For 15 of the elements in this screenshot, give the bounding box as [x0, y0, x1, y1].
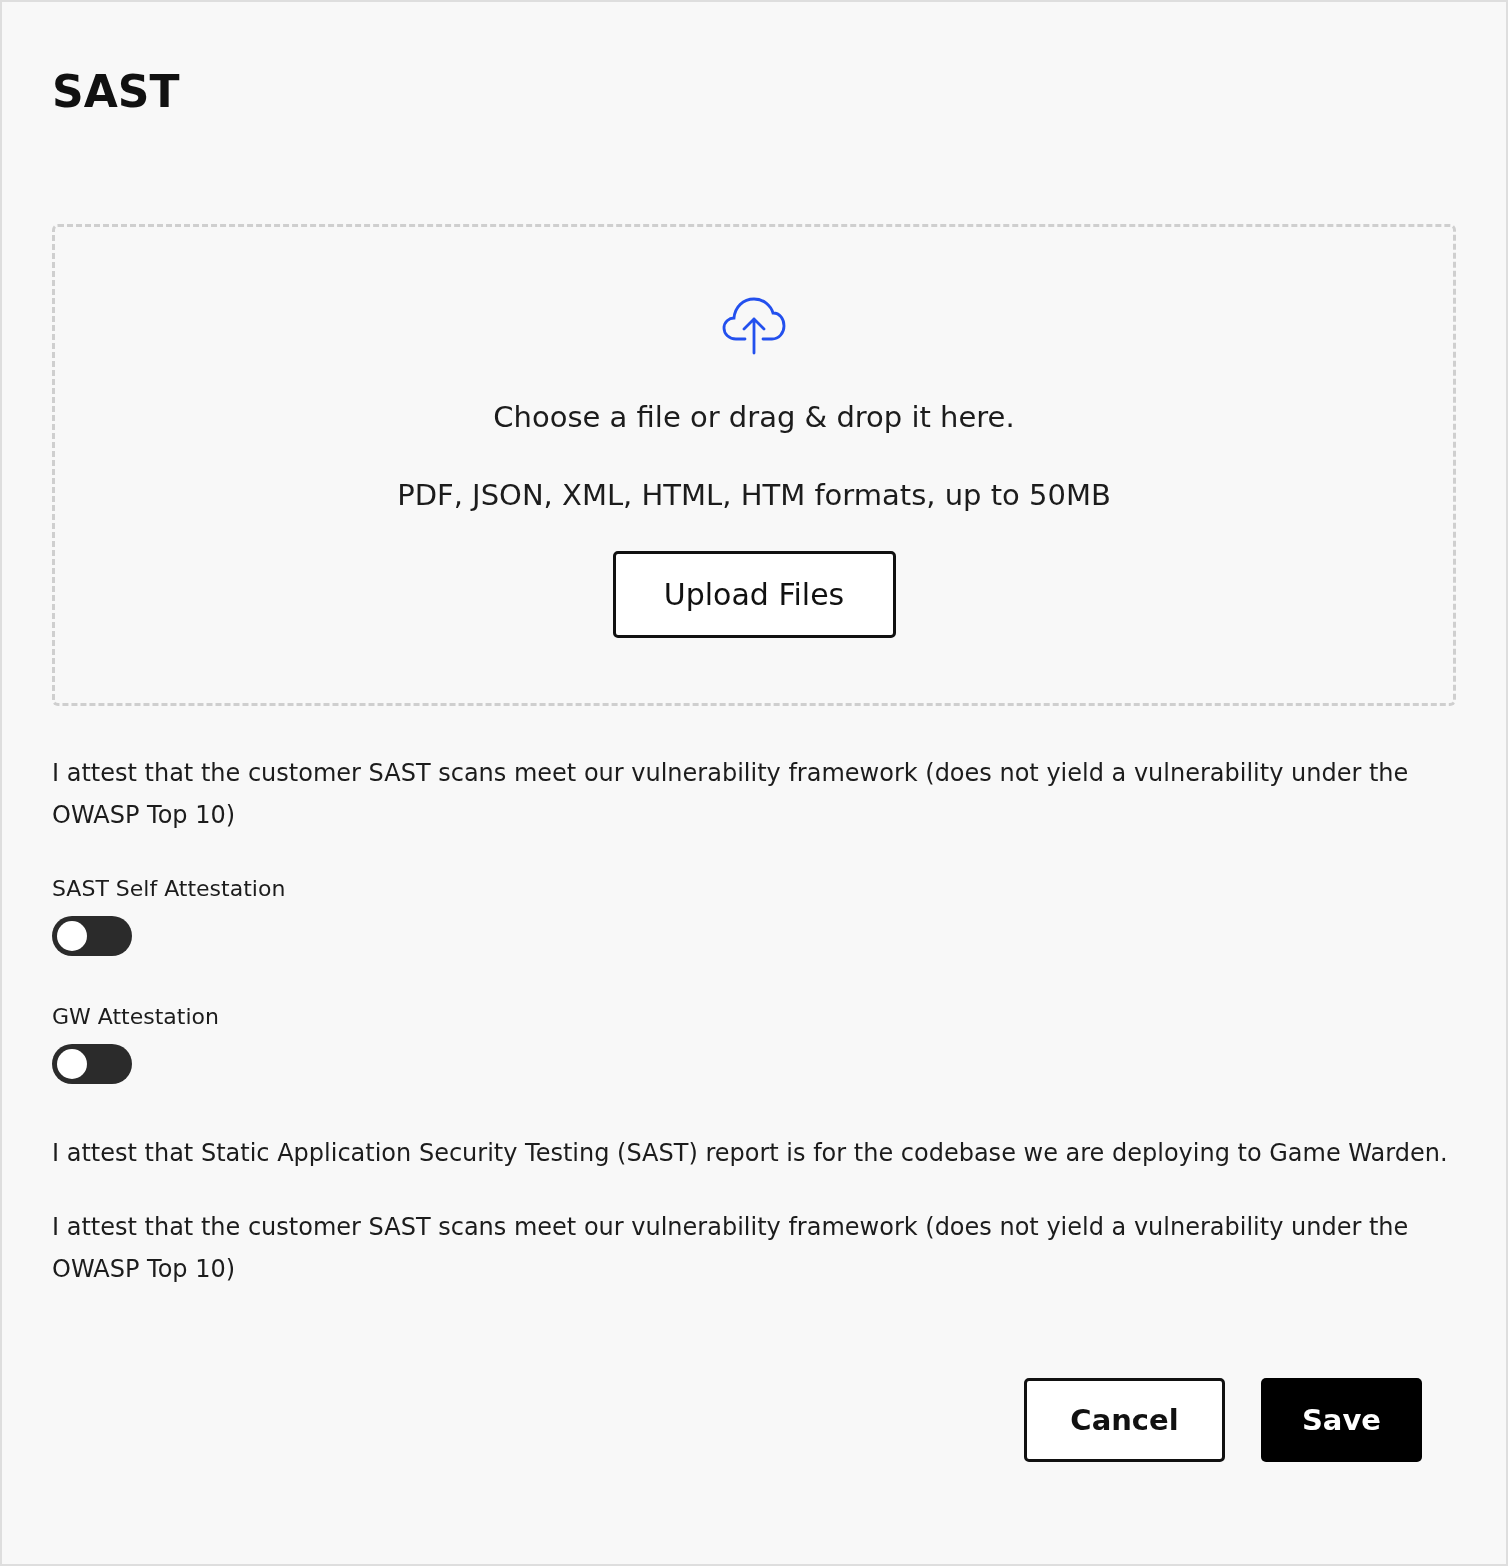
attestation-text: I attest that Static Application Security Testing (SAST) report is for the codebase we are deploying to Game Warden.	[52, 1138, 1449, 1169]
cloud-upload-icon	[722, 297, 786, 355]
attestation-text: I attest that the customer SAST scans meet our vulnerability framework (does not yield a vulnerability under the OWASP Top 10)	[52, 1212, 1410, 1285]
cancel-button[interactable]: Cancel	[1024, 1378, 1225, 1462]
toggle-label: GW Attestation	[52, 1003, 219, 1031]
drop-zone[interactable]: Choose a file or drag & drop it here. PDF, JSON, XML, HTML, HTM formats, up to 50MB Upload Files	[52, 224, 1456, 706]
upload-prompt: Choose a file or drag & drop it here.	[493, 399, 1015, 436]
toggle-label: SAST Self Attestation	[52, 875, 286, 903]
toggle-switch[interactable]	[52, 1044, 132, 1084]
upload-files-button[interactable]: Upload Files	[612, 551, 896, 638]
attestation-text: I attest that the customer SAST scans meet our vulnerability framework (does not yield a vulnerability under the OWASP Top 10)	[52, 758, 1410, 831]
format-hint: PDF, JSON, XML, HTML, HTM formats, up to 50MB	[397, 477, 1111, 514]
dialog-title: SAST	[52, 65, 181, 119]
toggle-switch[interactable]	[52, 916, 132, 956]
save-button[interactable]: Save	[1261, 1378, 1422, 1462]
